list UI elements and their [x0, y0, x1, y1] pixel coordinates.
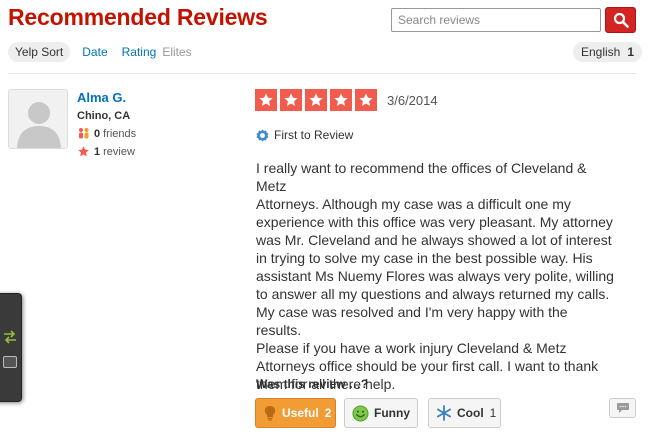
useful-button[interactable]: Useful 2 [255, 398, 336, 428]
user-location: Chino, CA [77, 110, 131, 122]
window-icon [3, 356, 17, 368]
badge-icon [256, 128, 269, 142]
side-widget[interactable] [0, 293, 22, 402]
speech-bubble-icon [616, 403, 629, 413]
user-silhouette-icon [17, 102, 61, 148]
star-icon [77, 145, 91, 158]
star-rating [255, 89, 380, 111]
language-filter[interactable]: English 1 [573, 42, 643, 62]
page-title: Recommended Reviews [8, 4, 268, 30]
review-text: I really want to recommend the offices o… [256, 160, 614, 392]
funny-button[interactable]: Funny [344, 398, 418, 428]
friends-icon [77, 127, 91, 140]
cool-button[interactable]: Cool 1 [428, 398, 501, 428]
sort-bar: Yelp Sort Date Rating Elites [8, 41, 206, 62]
cool-count: 1 [489, 406, 497, 420]
user-name[interactable]: Alma G. [77, 90, 126, 105]
star-icon [330, 89, 352, 111]
cool-label: Cool [457, 406, 484, 420]
language-count: 1 [627, 45, 635, 59]
funny-label: Funny [374, 406, 410, 420]
star-icon [255, 89, 277, 111]
sort-yelp[interactable]: Yelp Sort [8, 41, 71, 62]
reviews-count: 1 review [77, 145, 135, 158]
avatar[interactable] [8, 89, 68, 149]
first-to-review-badge: First to Review [256, 128, 353, 142]
sort-rating[interactable]: Rating [122, 45, 157, 59]
snowflake-icon [436, 405, 452, 421]
useful-label: Useful [282, 406, 319, 420]
badge-label: First to Review [274, 128, 354, 142]
star-icon [355, 89, 377, 111]
sort-date[interactable]: Date [82, 45, 107, 59]
lightbulb-icon [263, 405, 277, 421]
arrows-icon [4, 330, 16, 344]
search-input[interactable] [391, 8, 601, 32]
star-icon [305, 89, 327, 111]
useful-count: 2 [324, 406, 332, 420]
sort-elites: Elites [162, 44, 192, 59]
comment-button[interactable] [609, 398, 636, 418]
search-icon [613, 12, 629, 28]
review-date: 3/6/2014 [387, 93, 438, 108]
search-button[interactable] [605, 7, 636, 33]
language-label: English [581, 45, 621, 59]
star-icon [280, 89, 302, 111]
friends-count: 0 friends [77, 127, 136, 140]
divider [8, 73, 636, 74]
vote-question: Was this review …? [256, 377, 369, 391]
smiley-icon [352, 404, 369, 422]
